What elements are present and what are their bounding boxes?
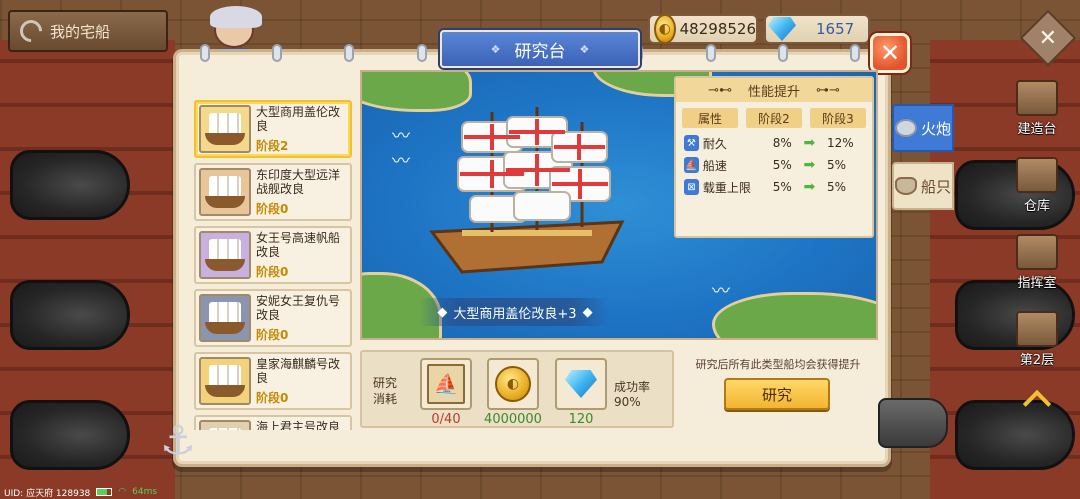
research-button[interactable]: 研究	[724, 378, 830, 410]
ship-name: 东印度大型远洋战舰改良	[256, 168, 341, 196]
stats-title: 性能提升	[747, 84, 800, 100]
ship-thumbnail	[199, 420, 251, 430]
battery-icon	[96, 488, 113, 496]
ship-name: 大型商用盖伦改良	[256, 105, 341, 133]
gem-amount: 1657	[816, 20, 855, 38]
success-rate: 成功率 90%	[614, 380, 651, 409]
nav-floor-2[interactable]: 第2层	[1016, 311, 1058, 368]
durability-icon: ⚒	[684, 135, 699, 151]
blueprint-requirement[interactable]	[420, 358, 472, 410]
tab-ship[interactable]: 船只	[892, 162, 954, 210]
stat-row: ⚒ 耐久 8% ➡ 12%	[676, 132, 872, 154]
stat-row: ⛵ 船速 5% ➡ 5%	[684, 157, 846, 173]
ship-stage: 阶段0	[256, 328, 289, 342]
wifi-icon: ◠	[118, 487, 127, 497]
ship-name: 安妮女王复仇号改良	[256, 294, 341, 322]
list-item[interactable]: 海上君主号改良	[194, 415, 352, 430]
gold-coin-icon: ◐	[495, 366, 531, 402]
ship-name: 女王号高速帆船改良	[256, 231, 341, 259]
column-header-stage-to: 阶段3	[810, 108, 866, 128]
diamond-bullet-icon: ◆	[582, 304, 593, 320]
workbench-icon	[1016, 80, 1058, 116]
stats-table: ⊸⊷ 性能提升 ⊶⊸ 属性 阶段2 阶段3 ⚒ 耐久 8% ➡ 12% ⛵ 船速…	[674, 76, 874, 238]
nav-command[interactable]: 指挥室	[1016, 234, 1058, 291]
ornament-icon: ⊸⊷	[708, 82, 732, 98]
right-nav: 建造台 仓库 指挥室 第2层	[1006, 80, 1068, 419]
list-item[interactable]: 东印度大型远洋战舰改良 阶段0	[194, 163, 352, 221]
back-label: 我的宅船	[50, 22, 111, 41]
ship-name: 海上君主号改良	[256, 420, 341, 430]
cannon-decoration	[878, 398, 948, 448]
ping-text: 64ms	[132, 487, 158, 497]
ornament-icon: ⊶⊸	[816, 82, 840, 98]
stat-row: ⊠ 载重上限 5% ➡ 5%	[676, 176, 872, 198]
ship-stage: 阶段0	[256, 391, 289, 405]
nav-build[interactable]: 建造台	[1016, 80, 1058, 137]
cargo-icon: ⊠	[684, 179, 699, 195]
list-item[interactable]: 安妮女王复仇号改良 阶段0	[194, 289, 352, 347]
ship-stage: 阶段2	[256, 139, 289, 153]
ship-thumbnail	[199, 105, 251, 153]
gold-requirement[interactable]: ◐	[487, 358, 539, 410]
arrow-right-icon: ➡	[803, 135, 816, 151]
chest-icon	[1016, 234, 1058, 270]
ship-list[interactable]: 大型商用盖伦改良 阶段2 东印度大型远洋战舰改良 阶段0 女王号高速帆船改良 阶…	[194, 100, 352, 430]
ladder-icon	[1016, 311, 1058, 347]
list-item[interactable]: 大型商用盖伦改良 阶段2	[194, 100, 352, 158]
speed-icon: ⛵	[684, 157, 699, 173]
galleon-image	[429, 107, 625, 274]
seagull-icon: 〰	[712, 281, 730, 302]
anchor-icon: ⚓	[160, 418, 196, 464]
research-note: 研究后所有此类型船均会获得提升	[695, 358, 861, 371]
ship-thumbnail	[199, 294, 251, 342]
blueprint-icon	[427, 364, 465, 404]
uid-text: UID: 应天府 128938	[4, 488, 91, 499]
cannon-decoration	[10, 150, 130, 220]
column-header-attr: 属性	[682, 108, 738, 128]
gem-cost: 120	[568, 412, 594, 427]
ship-name-banner: ◆ 大型商用盖伦改良+3 ◆	[420, 298, 610, 326]
cannon-icon	[894, 119, 917, 137]
stats-header: ⊸⊷ 性能提升 ⊶⊸	[676, 78, 872, 102]
gold-counter: ◐ 48298526	[648, 14, 758, 44]
diamond-icon	[768, 17, 796, 41]
nav-warehouse[interactable]: 仓库	[1016, 157, 1058, 214]
close-icon: ✕	[879, 39, 901, 67]
ship-icon	[894, 177, 917, 195]
diamond-icon	[565, 370, 597, 398]
cannon-decoration	[10, 400, 130, 470]
back-icon	[15, 15, 47, 47]
list-item[interactable]: 皇家海麒麟号改良 阶段0	[194, 352, 352, 410]
arrow-right-icon: ➡	[803, 179, 816, 195]
arrow-right-icon: ➡	[803, 157, 816, 173]
gold-amount: 48298526	[679, 20, 756, 38]
back-button[interactable]: 我的宅船	[8, 10, 168, 52]
status-bar: UID: 应天府 128938 ◠ 64ms	[4, 486, 158, 499]
ship-thumbnail	[199, 357, 251, 405]
ship-stage: 阶段0	[256, 202, 289, 216]
gem-requirement[interactable]	[555, 358, 607, 410]
research-cost-label: 研究消耗	[372, 376, 397, 406]
preview-ship-name: 大型商用盖伦改良+3	[453, 306, 577, 322]
cannon-decoration	[10, 280, 130, 350]
panel-title: 研究台	[440, 30, 640, 68]
close-button[interactable]: ✕	[870, 33, 910, 73]
gem-counter: 1657	[764, 14, 870, 44]
ship-stage: 阶段0	[256, 265, 289, 279]
gold-coin-icon: ◐	[654, 14, 676, 44]
chevron-up-icon[interactable]	[1022, 389, 1052, 419]
ship-thumbnail	[199, 168, 251, 216]
list-item[interactable]: 女王号高速帆船改良 阶段0	[194, 226, 352, 284]
ship-name: 皇家海麒麟号改良	[256, 357, 341, 385]
seagull-icon: 〰	[392, 126, 410, 147]
seagull-icon: 〰	[392, 151, 410, 172]
ship-thumbnail	[199, 231, 251, 279]
column-header-stage-from: 阶段2	[746, 108, 802, 128]
tab-cannon[interactable]: 火炮	[892, 104, 954, 152]
diamond-bullet-icon: ◆	[437, 304, 448, 320]
warehouse-icon	[1016, 157, 1058, 193]
